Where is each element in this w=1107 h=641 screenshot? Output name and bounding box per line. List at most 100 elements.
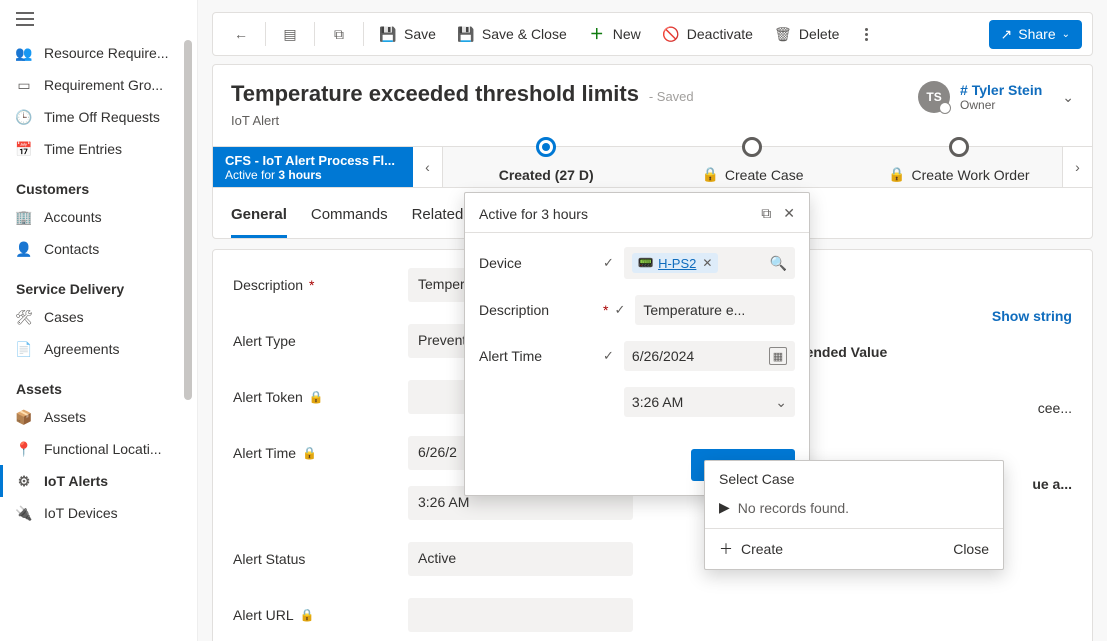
flyout-title: Select Case	[705, 461, 1003, 493]
remove-icon[interactable]: ✕	[702, 256, 712, 270]
tab-general[interactable]: General	[231, 198, 287, 238]
nav-iot-alerts[interactable]: ⚙ IoT Alerts	[0, 465, 197, 497]
doc-icon: 📄	[16, 341, 32, 357]
delete-icon: 🗑	[775, 26, 791, 42]
form-icon: ▤	[282, 26, 298, 42]
alert-time-date-input[interactable]: 6/26/2024 ▦	[624, 341, 795, 371]
alert-status-input[interactable]: Active	[408, 542, 633, 576]
nav-label: Time Off Requests	[44, 109, 160, 125]
nav-time-entries[interactable]: 📅 Time Entries	[0, 133, 197, 165]
nav-accounts[interactable]: 🏢 Accounts	[0, 201, 197, 233]
nav-assets[interactable]: 📦 Assets	[0, 401, 197, 433]
expand-icon[interactable]: ▶	[719, 499, 730, 516]
device-lookup[interactable]: 📟 H-PS2 ✕ 🔍	[624, 247, 795, 279]
stage-create-work-order[interactable]: 🔒 Create Work Order	[856, 147, 1062, 187]
select-case-flyout: Select Case ▶ No records found. ＋ Create…	[704, 460, 1004, 570]
saved-indicator: - Saved	[649, 89, 694, 104]
device-lookup-tag[interactable]: 📟 H-PS2 ✕	[632, 253, 719, 273]
divider	[314, 22, 315, 46]
lock-icon: 🔒	[302, 446, 317, 460]
stage-ring-active-icon	[536, 137, 556, 157]
title-block: Temperature exceeded threshold limits - …	[231, 81, 694, 128]
process-next-button[interactable]: ›	[1062, 147, 1092, 187]
popover-field-alert-time: Alert Time ✓ 6/26/2024 ▦	[479, 341, 795, 371]
tab-related[interactable]: Related	[412, 198, 464, 238]
popover-field-description: Description * ✓ Temperature e...	[479, 295, 795, 325]
sidebar: 👥 Resource Require... ▭ Requirement Gro.…	[0, 0, 198, 641]
stage-create-case[interactable]: 🔒 Create Case	[649, 147, 855, 187]
nav-label: Contacts	[44, 241, 99, 257]
save-button[interactable]: 💾 Save	[370, 20, 446, 48]
search-icon[interactable]: 🔍	[770, 255, 787, 272]
popout-icon[interactable]: ⧉	[761, 205, 771, 222]
close-icon[interactable]: ✕	[783, 205, 795, 222]
owner-selector[interactable]: TS # Tyler Stein Owner ⌄	[918, 81, 1074, 113]
save-icon: 💾	[380, 26, 396, 42]
required-mark: *	[309, 277, 314, 293]
tab-commands[interactable]: Commands	[311, 198, 388, 238]
pin-icon: 📍	[16, 441, 32, 457]
field-label: Description	[479, 302, 597, 318]
stage-popover: Active for 3 hours ⧉ ✕ Device ✓ 📟 H-PS2 …	[464, 192, 810, 496]
plus-icon: ＋	[589, 26, 605, 42]
record-title: Temperature exceeded threshold limits	[231, 81, 639, 106]
popout-button[interactable]: ⧉	[321, 20, 357, 48]
process-flow-name[interactable]: CFS - IoT Alert Process Fl... Active for…	[213, 147, 413, 187]
nav-time-off-requests[interactable]: 🕒 Time Off Requests	[0, 101, 197, 133]
alert-time-time-input[interactable]: 3:26 AM ⌄	[624, 387, 795, 417]
owner-name: # Tyler Stein	[960, 82, 1042, 98]
delete-button[interactable]: 🗑 Delete	[765, 20, 849, 48]
calendar-icon[interactable]: ▦	[769, 347, 787, 365]
nav-requirement-groups[interactable]: ▭ Requirement Gro...	[0, 69, 197, 101]
stage-ring-icon	[742, 137, 762, 157]
nav-contacts[interactable]: 👤 Contacts	[0, 233, 197, 265]
form-button[interactable]: ▤	[272, 20, 308, 48]
card-icon: ▭	[16, 77, 32, 93]
nav-section-assets: Assets	[0, 365, 197, 401]
nav-label: Cases	[44, 309, 84, 325]
nav-resource-requirements[interactable]: 👥 Resource Require...	[0, 37, 197, 69]
check-icon: ✓	[614, 302, 625, 318]
description-input[interactable]: Temperature e...	[635, 295, 795, 325]
save-close-button[interactable]: 💾 Save & Close	[448, 20, 577, 48]
nav-iot-devices[interactable]: 🔌 IoT Devices	[0, 497, 197, 529]
share-button[interactable]: ↗ Share ⌄	[989, 20, 1082, 49]
flow-title: CFS - IoT Alert Process Fl...	[225, 153, 401, 168]
nav-cases[interactable]: 🛠 Cases	[0, 301, 197, 333]
date-value: 6/26/2024	[632, 348, 694, 364]
nav-label: Time Entries	[44, 141, 122, 157]
show-string-link[interactable]: Show string	[992, 308, 1072, 324]
plus-icon: ＋	[719, 539, 733, 559]
process-prev-button[interactable]: ‹	[413, 147, 443, 187]
delete-label: Delete	[799, 26, 839, 42]
divider	[363, 22, 364, 46]
stage-label: Create Case	[725, 167, 804, 183]
overflow-button[interactable]	[851, 18, 882, 51]
lock-icon: 🔒	[309, 390, 324, 404]
nav-label: Accounts	[44, 209, 102, 225]
owner-avatar: TS	[918, 81, 950, 113]
nav-label: Functional Locati...	[44, 441, 162, 457]
nav-agreements[interactable]: 📄 Agreements	[0, 333, 197, 365]
share-label: Share	[1018, 26, 1055, 42]
wrench-icon: 🛠	[16, 309, 32, 325]
back-button[interactable]: ←	[223, 20, 259, 48]
new-button[interactable]: ＋ New	[579, 20, 651, 48]
field-label: Alert Time	[479, 348, 597, 364]
nav-functional-locations[interactable]: 📍 Functional Locati...	[0, 433, 197, 465]
owner-role: Owner	[960, 98, 1042, 112]
hamburger-menu[interactable]	[0, 0, 197, 37]
create-case-button[interactable]: ＋ Create	[719, 539, 783, 559]
close-button[interactable]: Close	[953, 541, 989, 557]
sidebar-scrollbar[interactable]	[184, 40, 192, 400]
device-link[interactable]: H-PS2	[658, 256, 696, 271]
field-label: Device	[479, 255, 597, 271]
deactivate-button[interactable]: 🚫 Deactivate	[653, 20, 763, 48]
deactivate-icon: 🚫	[663, 26, 679, 42]
business-process-flow: CFS - IoT Alert Process Fl... Active for…	[213, 146, 1092, 188]
chevron-down-icon[interactable]: ⌄	[775, 394, 787, 411]
popout-icon: ⧉	[331, 26, 347, 42]
field-label: Alert URL 🔒	[233, 607, 408, 623]
nav-section-service-delivery: Service Delivery	[0, 265, 197, 301]
stage-created[interactable]: Created (27 D)	[443, 147, 649, 187]
